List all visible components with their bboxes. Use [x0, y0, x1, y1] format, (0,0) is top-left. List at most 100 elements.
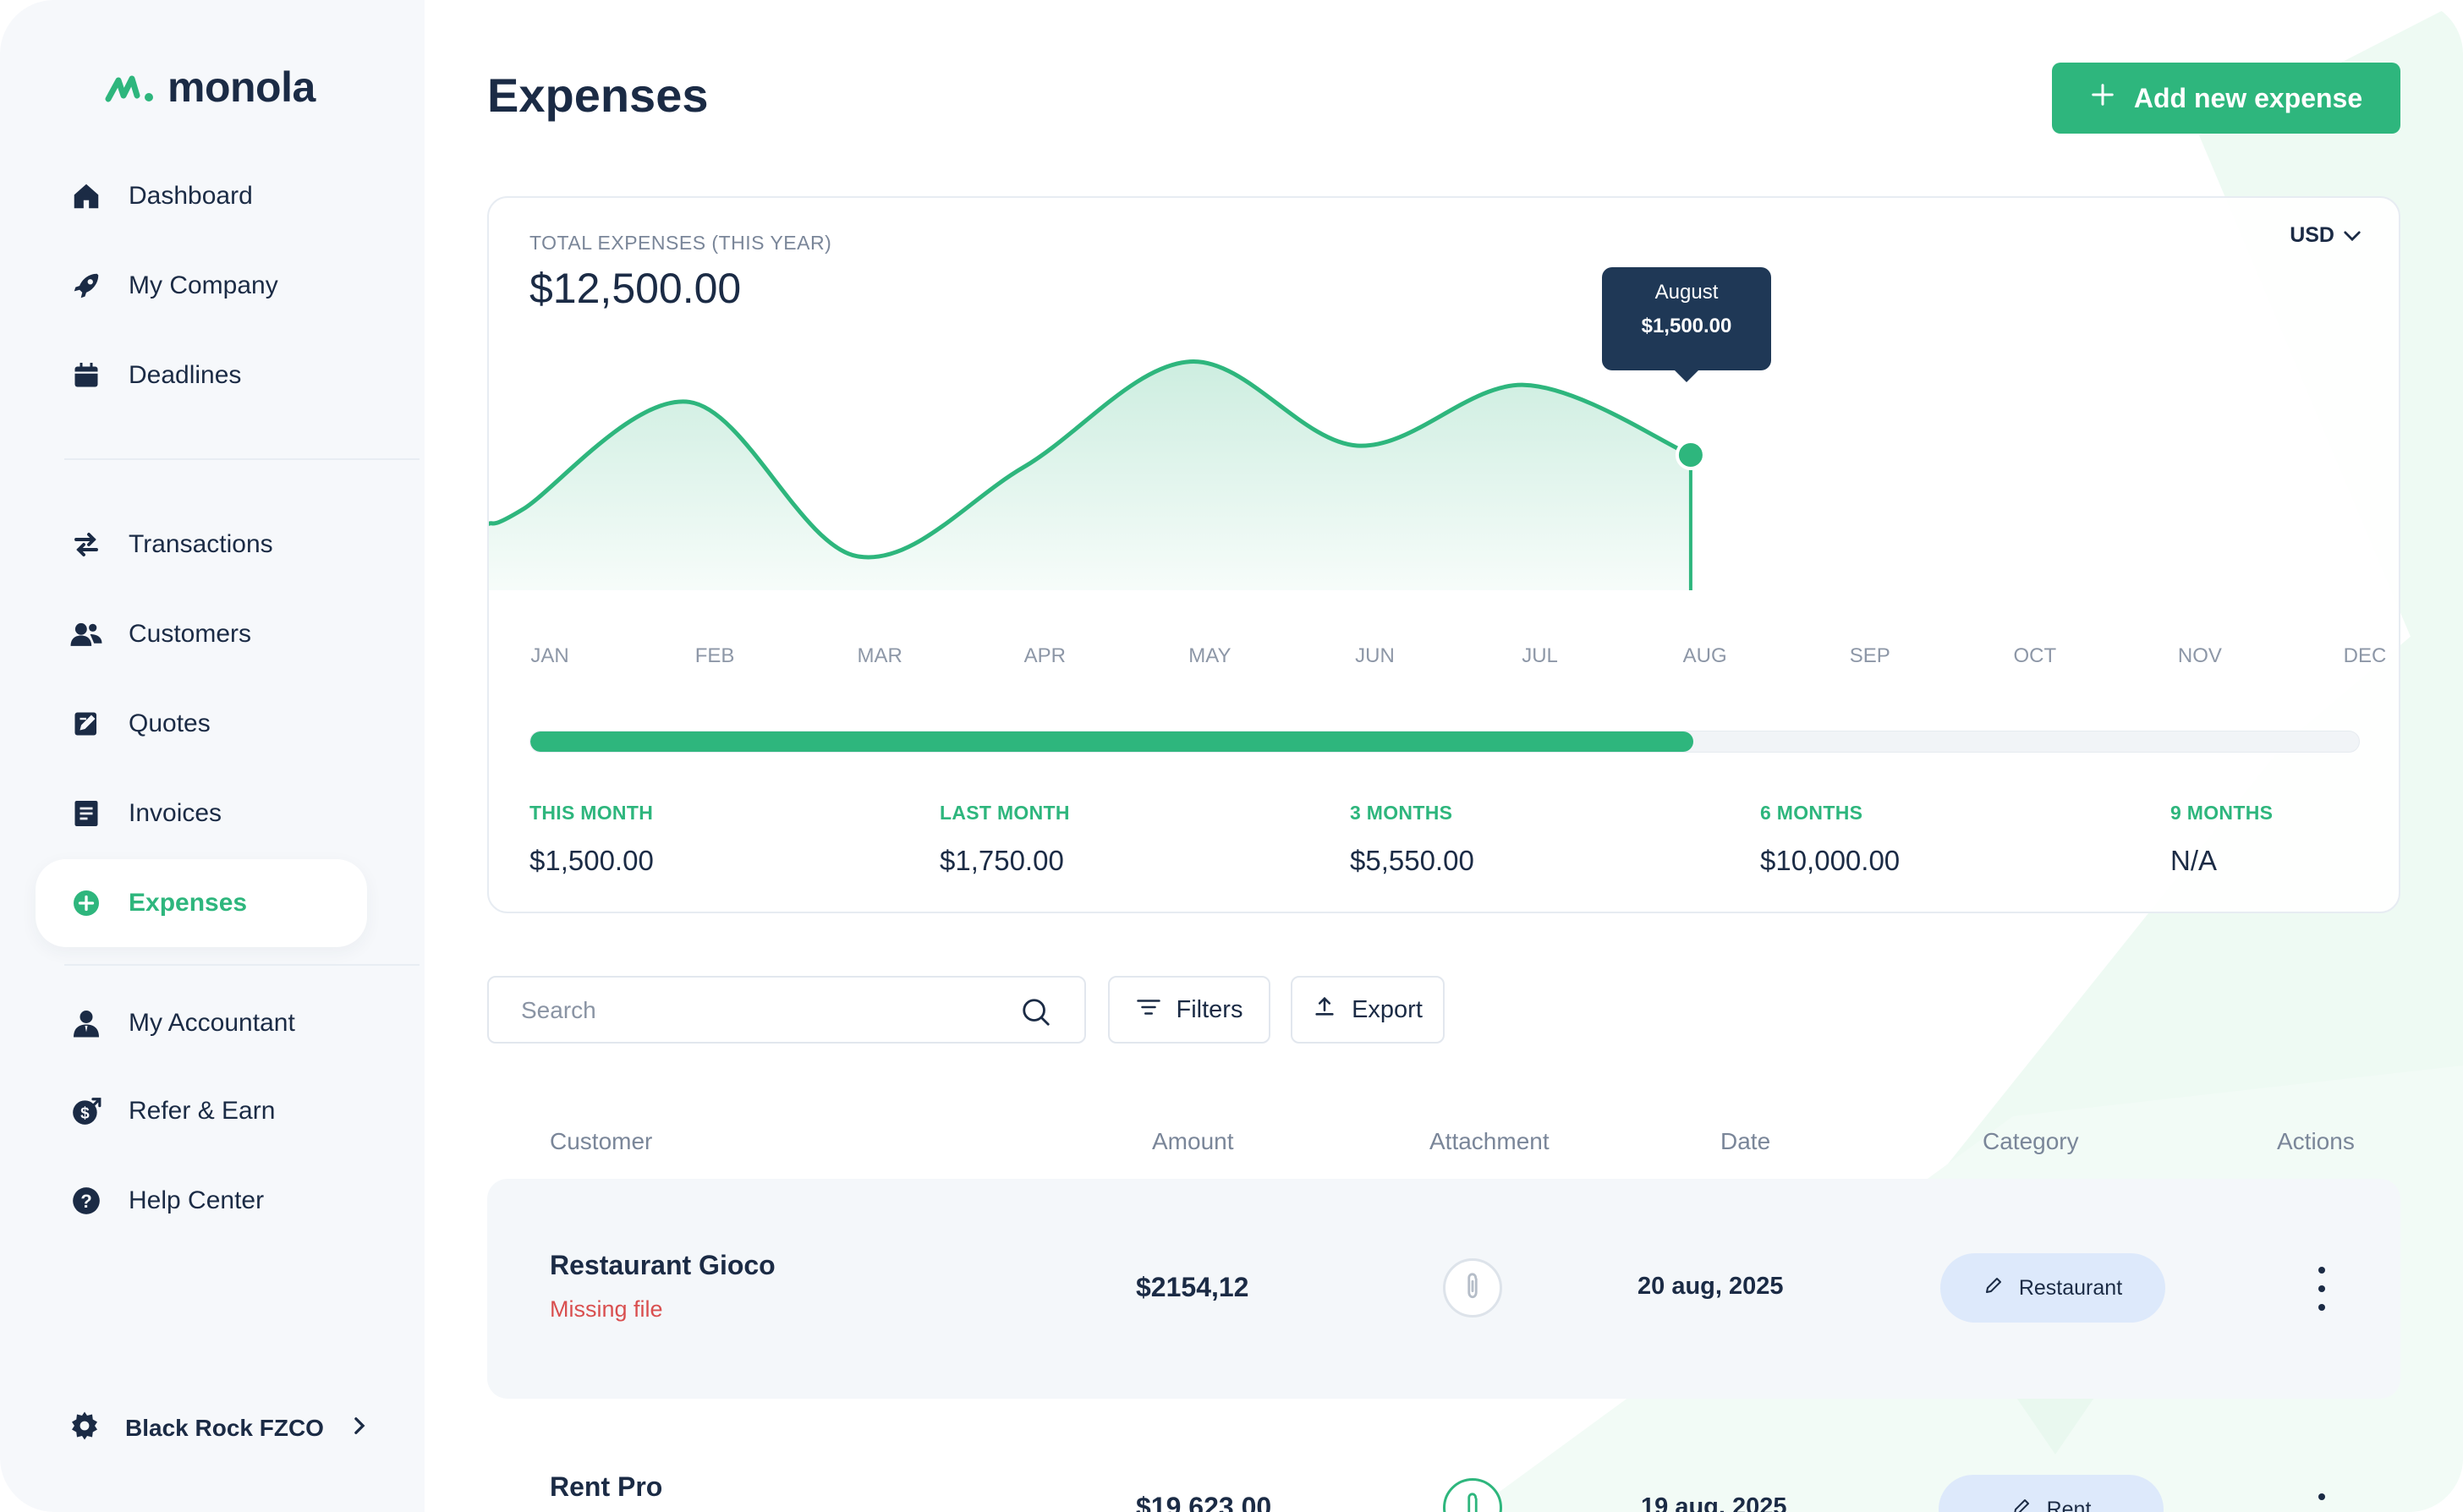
stat-9-months: 9 MONTHS N/A	[2170, 802, 2273, 877]
sidebar-item-invoices[interactable]: Invoices	[36, 770, 367, 857]
x-tick-label-feb: FEB	[694, 644, 735, 667]
stat-label: THIS MONTH	[529, 802, 654, 824]
stat-label: LAST MONTH	[940, 802, 1070, 824]
x-tick-label-sep: SEP	[1849, 644, 1890, 667]
sidebar-item-customers[interactable]: Customers	[36, 590, 367, 678]
add-expense-label: Add new expense	[2133, 82, 2363, 113]
row-actions-menu-icon[interactable]	[2309, 1493, 2334, 1512]
swap-arrows-icon	[69, 528, 103, 562]
sidebar-item-expenses[interactable]: Expenses	[36, 859, 367, 947]
year-progress-bar	[529, 731, 2360, 753]
sidebar-item-label: Transactions	[129, 530, 273, 558]
pencil-icon	[2011, 1497, 2032, 1512]
sidebar-item-label: Dashboard	[129, 182, 253, 210]
upload-icon	[1313, 994, 1336, 1025]
column-header-category[interactable]: Category	[1983, 1128, 2079, 1155]
attachment-button[interactable]	[1443, 1258, 1502, 1318]
sidebar-item-label: Deadlines	[129, 361, 242, 389]
sidebar-item-dashboard[interactable]: Dashboard	[36, 152, 367, 240]
export-button[interactable]: Export	[1291, 976, 1445, 1044]
sidebar-item-transactions[interactable]: Transactions	[36, 501, 367, 589]
stat-this-month: THIS MONTH $1,500.00	[529, 802, 654, 877]
brand-logo[interactable]: monola	[105, 63, 315, 112]
coin-icon: $	[69, 1094, 103, 1128]
stat-label: 6 MONTHS	[1760, 802, 1863, 824]
sidebar-item-label: Quotes	[129, 709, 211, 737]
sidebar-item-help-center[interactable]: ? Help Center	[36, 1157, 367, 1245]
sidebar-item-deadlines[interactable]: Deadlines	[36, 331, 367, 419]
company-switcher[interactable]: Black Rock FZCO	[69, 1411, 366, 1445]
column-header-amount[interactable]: Amount	[1152, 1128, 1234, 1155]
sidebar-divider	[64, 458, 420, 460]
sidebar-item-my-accountant[interactable]: My Accountant	[36, 979, 367, 1067]
search-icon[interactable]	[1020, 996, 1052, 1033]
x-tick-label-nov: NOV	[2177, 644, 2222, 667]
paperclip-icon	[1462, 1492, 1484, 1512]
add-expense-button[interactable]: Add new expense	[2052, 63, 2400, 134]
search-box[interactable]	[487, 976, 1086, 1044]
filter-icon	[1136, 996, 1161, 1024]
currency-select[interactable]: USD	[2290, 223, 2362, 248]
x-tick-label-dec: DEC	[2343, 644, 2387, 667]
row-date: 20 aug, 2025	[1637, 1273, 1784, 1300]
svg-text:?: ?	[80, 1191, 92, 1212]
column-header-date[interactable]: Date	[1720, 1128, 1770, 1155]
company-name: Black Rock FZCO	[125, 1414, 324, 1441]
filters-label: Filters	[1176, 995, 1243, 1023]
x-tick-label-jun: JUN	[1355, 644, 1395, 667]
stat-value: $1,750.00	[940, 845, 1064, 876]
sidebar-item-label: My Company	[129, 271, 278, 299]
paperclip-icon	[1462, 1272, 1484, 1305]
home-icon	[69, 179, 103, 213]
sidebar-item-my-company[interactable]: My Company	[36, 242, 367, 330]
sidebar: monola Dashboard My Company Deadlines Tr…	[0, 0, 425, 1512]
expenses-summary-card: TOTAL EXPENSES (THIS YEAR) $12,500.00 US…	[487, 196, 2400, 913]
category-badge[interactable]: Restaurant	[1940, 1253, 2165, 1323]
invoice-icon	[69, 797, 103, 830]
row-actions-menu-icon[interactable]	[2309, 1267, 2334, 1311]
page-title: Expenses	[487, 68, 709, 122]
tooltip-month: August	[1654, 281, 1719, 304]
tooltip-arrow	[1675, 370, 1698, 382]
x-tick-label-jul: JUL	[1522, 644, 1558, 667]
sidebar-item-label: My Accountant	[129, 1009, 295, 1037]
sidebar-item-refer-earn[interactable]: $ Refer & Earn	[36, 1067, 367, 1155]
chevron-right-icon	[353, 1416, 366, 1439]
edit-document-icon	[69, 707, 103, 741]
sidebar-item-label: Customers	[129, 620, 252, 648]
monola-logo-icon	[105, 75, 153, 102]
category-badge[interactable]: Rent	[1939, 1475, 2164, 1512]
stat-value: $10,000.00	[1760, 845, 1901, 876]
row-status-missing-file: Missing file	[550, 1296, 663, 1322]
accountant-icon	[69, 1006, 103, 1040]
x-tick-label-apr: APR	[1023, 644, 1066, 667]
column-header-actions: Actions	[2277, 1128, 2355, 1154]
x-tick-label-oct: OCT	[2013, 644, 2057, 667]
row-customer-name: Restaurant Gioco	[550, 1250, 776, 1280]
filters-button[interactable]: Filters	[1108, 976, 1270, 1044]
gear-icon	[69, 1411, 100, 1445]
x-tick-label-mar: MAR	[857, 644, 902, 667]
stat-value: $1,500.00	[529, 845, 654, 876]
row-amount: $19,623.00	[1136, 1492, 1272, 1512]
brand-name: monola	[167, 63, 315, 111]
chevron-down-icon	[2343, 223, 2362, 248]
column-header-customer[interactable]: Customer	[550, 1128, 652, 1155]
x-tick-label-jan: JAN	[530, 644, 569, 667]
category-label: Restaurant	[2018, 1275, 2123, 1300]
search-input[interactable]	[521, 994, 995, 1027]
x-tick-label-aug: AUG	[1682, 644, 1727, 667]
stat-last-month: LAST MONTH $1,750.00	[940, 802, 1070, 877]
currency-value: USD	[2290, 223, 2334, 247]
column-header-attachment[interactable]: Attachment	[1429, 1128, 1550, 1155]
stat-6-months: 6 MONTHS $10,000.00	[1760, 802, 1900, 877]
sidebar-item-label: Refer & Earn	[129, 1097, 276, 1125]
data-point-aug[interactable]	[1675, 440, 1706, 470]
export-label: Export	[1352, 995, 1423, 1023]
users-icon	[69, 617, 103, 651]
sidebar-item-quotes[interactable]: Quotes	[36, 680, 367, 768]
stat-3-months: 3 MONTHS $5,550.00	[1350, 802, 1474, 877]
stat-label: 9 MONTHS	[2170, 802, 2274, 824]
total-expenses-label: TOTAL EXPENSES (THIS YEAR)	[529, 232, 832, 254]
sidebar-divider	[64, 964, 420, 966]
